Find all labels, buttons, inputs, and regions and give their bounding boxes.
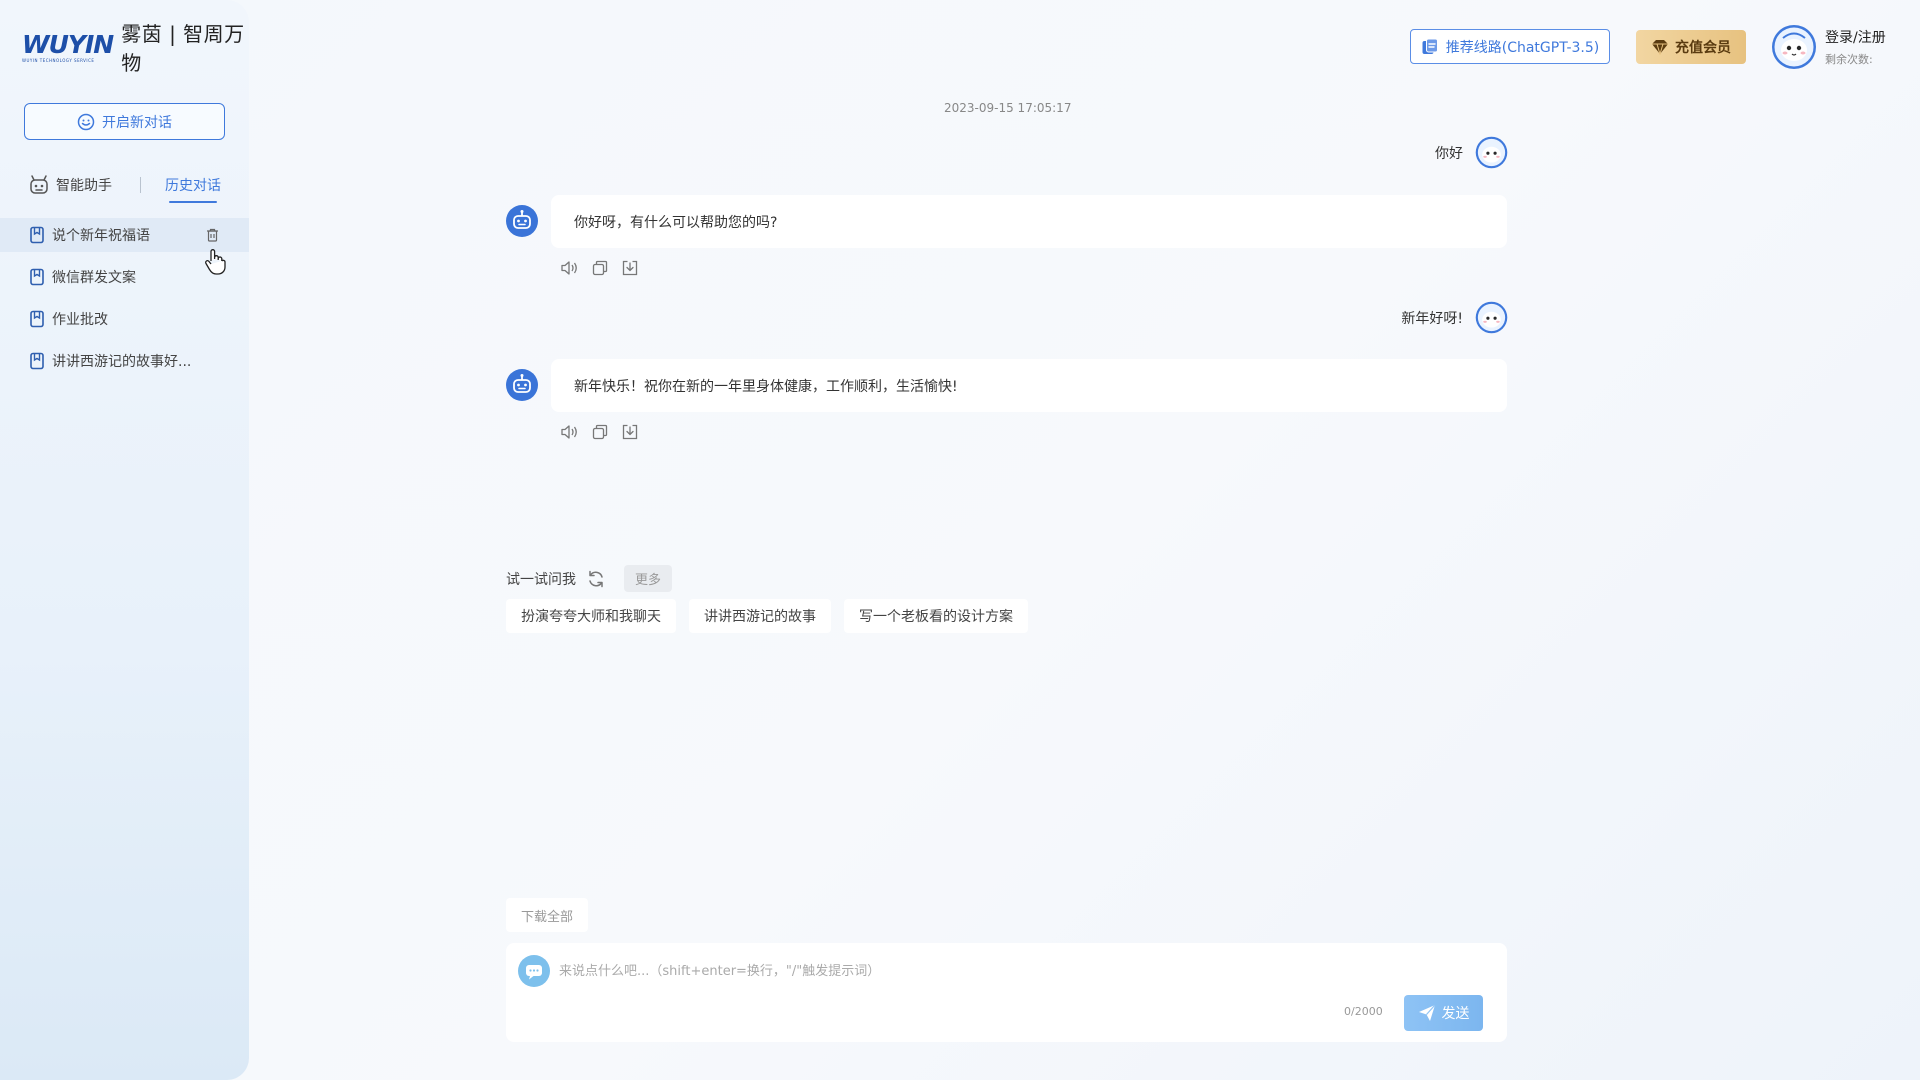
- speaker-icon: [561, 425, 577, 439]
- history-item-label: 作业批改: [52, 312, 108, 328]
- bot-avatar: [506, 205, 538, 237]
- suggestion-chip[interactable]: 写一个老板看的设计方案: [844, 599, 1028, 633]
- sidebar: WUYIN WUYIN TECHNOLOGY SERVICE 雾茵 | 智周万物…: [0, 0, 249, 1080]
- history-item-label: 说个新年祝福语: [52, 228, 150, 244]
- user-avatar[interactable]: [1771, 24, 1817, 70]
- copy-icon: [592, 260, 608, 276]
- user-message-text: 新年好呀!: [1401, 310, 1463, 327]
- recharge-vip-button[interactable]: 充值会员: [1636, 30, 1746, 64]
- bookmark-icon: [30, 226, 44, 244]
- char-counter: 0/2000: [1344, 1005, 1383, 1018]
- diamond-icon: [1652, 40, 1668, 55]
- login-register-link[interactable]: 登录/注册: [1825, 27, 1886, 47]
- message-input[interactable]: [559, 959, 1459, 983]
- bookmark-icon: [30, 268, 44, 286]
- bookmark-icon: [30, 352, 44, 370]
- message-actions: [559, 257, 649, 279]
- speaker-button[interactable]: [559, 421, 581, 443]
- history-item-2[interactable]: 作业批改: [0, 302, 249, 336]
- user-message: 新年好呀!: [1401, 301, 1508, 334]
- tab-assistant[interactable]: 智能助手: [28, 174, 112, 196]
- remaining-count: 剩余次数:: [1825, 53, 1873, 66]
- sidebar-tabs: 智能助手 历史对话: [28, 170, 228, 203]
- vip-label: 充值会员: [1675, 40, 1731, 56]
- suggestions-header: 试一试问我 更多: [506, 565, 673, 592]
- bookmark-icon: [30, 310, 44, 328]
- refresh-suggestions-button[interactable]: [586, 569, 606, 589]
- copy-button[interactable]: [589, 421, 611, 443]
- history-item-0[interactable]: 说个新年祝福语: [0, 218, 249, 252]
- bot-message: 新年快乐！祝你在新的一年里身体健康，工作顺利，生活愉快!: [551, 359, 1507, 412]
- new-chat-button[interactable]: 开启新对话: [24, 103, 225, 140]
- bot-message-text: 新年快乐！祝你在新的一年里身体健康，工作顺利，生活愉快!: [574, 378, 958, 395]
- brand-name: 雾茵 | 智周万物: [121, 22, 245, 75]
- new-chat-label: 开启新对话: [102, 114, 172, 131]
- speaker-icon: [561, 261, 577, 275]
- logo-tagline: WUYIN TECHNOLOGY SERVICE: [22, 57, 95, 63]
- bot-message: 你好呀，有什么可以帮助您的吗?: [551, 195, 1507, 248]
- user-avatar-small: [1475, 301, 1508, 334]
- suggestion-chip[interactable]: 讲讲西游记的故事: [689, 599, 831, 633]
- copy-button[interactable]: [589, 257, 611, 279]
- speaker-button[interactable]: [559, 257, 581, 279]
- send-button[interactable]: 发送: [1404, 995, 1483, 1031]
- user-message: 你好: [1435, 136, 1508, 169]
- message-actions: [559, 421, 649, 443]
- robot-icon: [30, 175, 48, 194]
- route-icon: [1422, 38, 1438, 54]
- chat-timestamp: 2023-09-15 17:05:17: [944, 101, 1072, 115]
- download-icon: [622, 424, 638, 440]
- tab-assistant-label: 智能助手: [56, 178, 112, 194]
- more-suggestions-button[interactable]: 更多: [624, 565, 673, 592]
- download-button[interactable]: [619, 257, 641, 279]
- suggestions-label: 试一试问我: [506, 571, 576, 588]
- route-label: 推荐线路(ChatGPT-3.5): [1445, 39, 1600, 56]
- tab-divider: [140, 177, 141, 193]
- history-list: 说个新年祝福语 微信群发文案 作业批改 讲讲西游记的故事好...: [0, 218, 249, 386]
- send-label: 发送: [1441, 1006, 1470, 1022]
- chat-bubble-icon: [77, 113, 95, 130]
- history-item-3[interactable]: 讲讲西游记的故事好...: [0, 344, 249, 378]
- history-item-label: 讲讲西游记的故事好...: [52, 354, 192, 370]
- paper-plane-icon: [1418, 1004, 1435, 1021]
- bot-avatar: [506, 369, 538, 401]
- logo-word: WUYIN: [22, 29, 114, 59]
- download-button[interactable]: [619, 421, 641, 443]
- tab-history[interactable]: 历史对话: [165, 175, 221, 203]
- hand-cursor-icon: [205, 249, 226, 275]
- copy-icon: [592, 424, 608, 440]
- trash-icon[interactable]: [205, 227, 220, 243]
- suggestion-chip[interactable]: 扮演夸夸大师和我聊天: [506, 599, 676, 633]
- refresh-icon: [589, 570, 603, 587]
- logo-mark: WUYIN WUYIN TECHNOLOGY SERVICE: [22, 29, 114, 63]
- brand-logo: WUYIN WUYIN TECHNOLOGY SERVICE 雾茵 | 智周万物: [22, 18, 249, 76]
- user-message-text: 你好: [1435, 145, 1463, 162]
- message-icon: [518, 955, 550, 987]
- history-item-label: 微信群发文案: [52, 270, 136, 286]
- user-avatar-small: [1475, 136, 1508, 169]
- message-composer: 0/2000 发送: [506, 943, 1507, 1042]
- download-icon: [622, 260, 638, 276]
- download-all-button[interactable]: 下载全部: [506, 898, 589, 932]
- suggestion-chips: 扮演夸夸大师和我聊天 讲讲西游记的故事 写一个老板看的设计方案: [506, 599, 1041, 633]
- route-select-button[interactable]: 推荐线路(ChatGPT-3.5): [1410, 29, 1610, 64]
- bot-message-text: 你好呀，有什么可以帮助您的吗?: [574, 214, 778, 231]
